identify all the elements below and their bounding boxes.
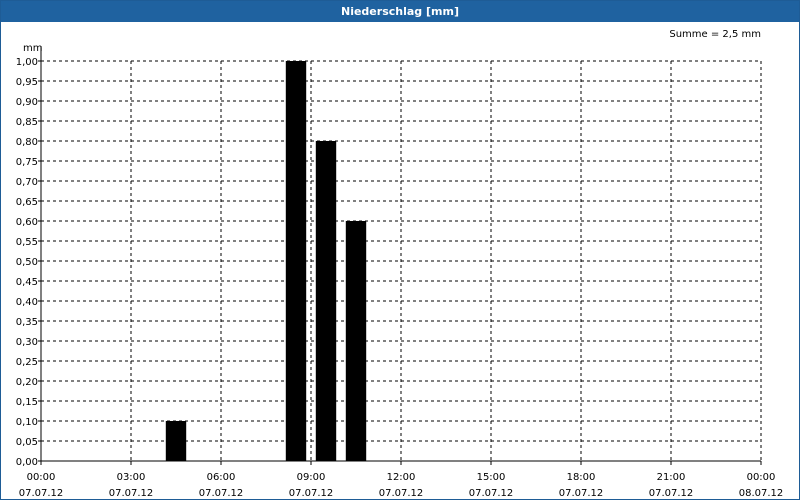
y-tick-label: 0,05	[16, 437, 38, 448]
y-tick-label: 0,15	[16, 397, 38, 408]
x-tick-time-label: 15:00	[477, 472, 506, 483]
y-tick-label: 0,50	[16, 257, 38, 268]
x-tick-time-label: 09:00	[297, 472, 326, 483]
x-tick-date-label: 07.07.12	[379, 488, 424, 499]
y-tick-label: 0,55	[16, 237, 38, 248]
y-tick-label: 0,85	[16, 117, 38, 128]
y-tick-label: 0,70	[16, 177, 38, 188]
y-axis-unit-label: mm	[23, 43, 42, 54]
x-tick-date-label: 07.07.12	[469, 488, 514, 499]
precipitation-bar	[315, 141, 337, 461]
x-tick-time-label: 00:00	[747, 472, 776, 483]
y-tick-label: 0,75	[16, 157, 38, 168]
y-tick-label: 0,10	[16, 417, 38, 428]
x-tick-time-label: 03:00	[117, 472, 146, 483]
y-tick-label: 0,20	[16, 377, 38, 388]
x-tick-time-label: 00:00	[27, 472, 56, 483]
x-tick-time-label: 12:00	[387, 472, 416, 483]
y-tick-label: 0,00	[16, 457, 38, 468]
y-tick-label: 0,80	[16, 137, 38, 148]
x-tick-date-label: 07.07.12	[199, 488, 244, 499]
precipitation-chart: mm Summe = 2,5 mm 0,00 0,05 0,10 0,15 0,20 0,…	[16, 29, 784, 499]
precipitation-bar	[345, 221, 367, 461]
y-tick-label: 0,25	[16, 357, 38, 368]
x-tick-date-label: 07.07.12	[289, 488, 334, 499]
x-tick-date-label: 07.07.12	[19, 488, 64, 499]
y-tick-label: 0,35	[16, 317, 38, 328]
x-tick-time-label: 21:00	[657, 472, 686, 483]
x-tick-date-label: 08.07.12	[739, 488, 784, 499]
x-tick-time-label: 18:00	[567, 472, 596, 483]
x-tick-date-label: 07.07.12	[109, 488, 154, 499]
y-tick-label: 1,00	[16, 57, 38, 68]
y-tick-label: 0,30	[16, 337, 38, 348]
y-tick-label: 0,60	[16, 217, 38, 228]
chart-window: Niederschlag [mm] mm Summe = 2,5 mm 0,00…	[0, 0, 800, 500]
grid	[41, 60, 762, 461]
y-tick-label: 0,95	[16, 77, 38, 88]
axes	[38, 46, 762, 465]
y-tick-label: 0,65	[16, 197, 38, 208]
precipitation-bar	[165, 421, 187, 461]
x-tick-date-label: 07.07.12	[649, 488, 694, 499]
y-tick-label: 0,90	[16, 97, 38, 108]
x-tick-time-label: 06:00	[207, 472, 236, 483]
x-tick-date-label: 07.07.12	[559, 488, 604, 499]
sum-label: Summe = 2,5 mm	[669, 29, 761, 40]
precipitation-bar	[285, 61, 307, 461]
y-tick-label: 0,45	[16, 277, 38, 288]
y-tick-label: 0,40	[16, 297, 38, 308]
